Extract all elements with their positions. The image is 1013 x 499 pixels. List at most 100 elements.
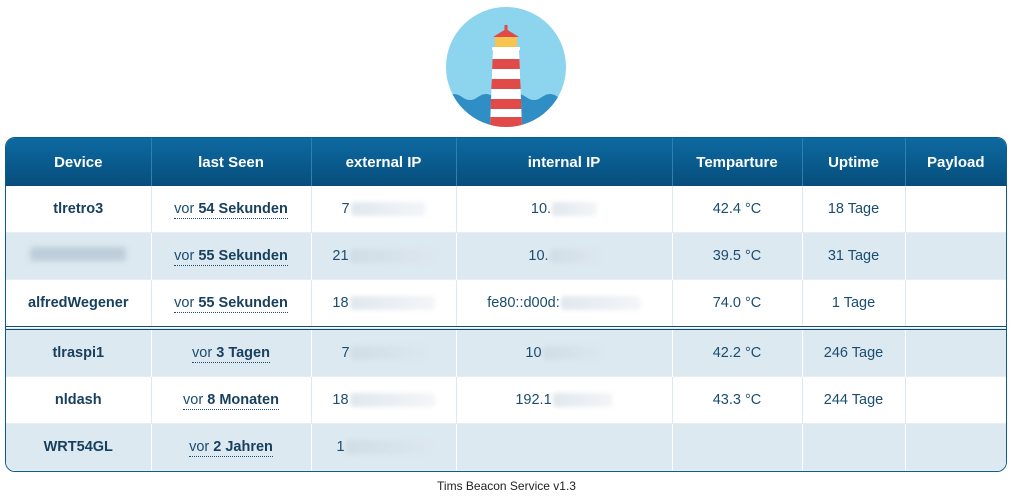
column-header-device[interactable]: Device bbox=[6, 138, 152, 186]
external-ip-text: 1 bbox=[336, 439, 345, 455]
external-ip-text: 7 bbox=[341, 345, 350, 361]
payload-cell bbox=[905, 232, 1006, 280]
temperature-cell: 43.3 °C bbox=[672, 376, 803, 424]
device-name: nldash bbox=[54, 392, 102, 408]
redacted-ip bbox=[542, 346, 603, 360]
payload-cell bbox=[905, 376, 1006, 424]
payload-cell bbox=[905, 186, 1006, 233]
column-header-external-ip[interactable]: external IP bbox=[311, 138, 457, 186]
external-ip: 21 bbox=[332, 248, 435, 264]
external-ip: 18 bbox=[332, 392, 435, 408]
temperature-cell: 42.2 °C bbox=[672, 326, 803, 377]
internal-ip: 10. bbox=[528, 248, 600, 264]
internal-ip-cell bbox=[456, 423, 673, 471]
last-seen-value: 54 Sekunden bbox=[198, 201, 288, 217]
internal-ip-cell: 10. bbox=[456, 232, 673, 280]
temperature-cell bbox=[672, 423, 803, 471]
last-seen-prefix: vor bbox=[174, 248, 195, 264]
table-row: vor 55 Sekunden 21 10. 39.5 °C 31 Tage bbox=[6, 232, 1006, 280]
device-name: tlretro3 bbox=[53, 201, 104, 217]
device-name: alfredWegener bbox=[28, 295, 129, 311]
temperature-cell: 42.4 °C bbox=[672, 186, 803, 233]
last-seen-value: 3 Tagen bbox=[216, 345, 270, 361]
external-ip-cell: 18 bbox=[311, 279, 457, 328]
uptime-cell: 18 Tage bbox=[802, 186, 906, 233]
last-seen-prefix: vor bbox=[189, 439, 210, 455]
uptime-cell: 246 Tage bbox=[802, 326, 906, 377]
redacted-ip bbox=[560, 296, 641, 310]
column-header-payload[interactable]: Payload bbox=[905, 138, 1006, 186]
last-seen-link[interactable]: vor 8 Monaten bbox=[183, 392, 279, 410]
external-ip: 18 bbox=[332, 295, 435, 311]
external-ip: 7 bbox=[341, 345, 426, 361]
last-seen-prefix: vor bbox=[174, 295, 195, 311]
device-name-cell: alfredWegener bbox=[6, 279, 152, 328]
redacted-ip bbox=[350, 202, 426, 216]
last-seen-value: 55 Sekunden bbox=[198, 248, 288, 264]
redacted-ip bbox=[345, 440, 431, 454]
temperature-cell: 74.0 °C bbox=[672, 279, 803, 328]
footer-version: Tims Beacon Service v1.3 bbox=[437, 479, 576, 493]
last-seen-cell: vor 55 Sekunden bbox=[151, 232, 312, 280]
last-seen-link[interactable]: vor 55 Sekunden bbox=[174, 295, 288, 313]
external-ip: 7 bbox=[341, 201, 426, 217]
payload-cell bbox=[905, 279, 1006, 328]
uptime-cell: 1 Tage bbox=[802, 279, 906, 328]
column-header-uptime[interactable]: Uptime bbox=[802, 138, 906, 186]
device-name-cell: tlraspi1 bbox=[6, 326, 152, 377]
payload-cell bbox=[905, 423, 1006, 471]
column-header-internal-ip[interactable]: internal IP bbox=[456, 138, 673, 186]
internal-ip: 10. bbox=[531, 201, 598, 217]
last-seen-cell: vor 55 Sekunden bbox=[151, 279, 312, 328]
uptime-cell: 244 Tage bbox=[802, 376, 906, 424]
devices-table: Device last Seen external IP internal IP… bbox=[5, 137, 1007, 472]
external-ip-cell: 18 bbox=[311, 376, 457, 424]
device-name-cell bbox=[6, 232, 152, 280]
internal-ip: 10 bbox=[525, 345, 603, 361]
last-seen-link[interactable]: vor 55 Sekunden bbox=[174, 248, 288, 266]
redacted-ip bbox=[549, 249, 600, 263]
last-seen-link[interactable]: vor 3 Tagen bbox=[192, 345, 270, 363]
internal-ip-cell: 192.1 bbox=[456, 376, 673, 424]
device-name: tlraspi1 bbox=[52, 345, 105, 361]
external-ip-cell: 7 bbox=[311, 186, 457, 233]
redacted-ip bbox=[349, 393, 435, 407]
internal-ip-text: 10. bbox=[528, 248, 549, 264]
device-name-cell: tlretro3 bbox=[6, 186, 152, 233]
internal-ip: 192.1 bbox=[515, 392, 613, 408]
external-ip-cell: 21 bbox=[311, 232, 457, 280]
internal-ip-text: 192.1 bbox=[515, 392, 552, 408]
external-ip: 1 bbox=[336, 439, 431, 455]
last-seen-value: 55 Sekunden bbox=[198, 295, 288, 311]
last-seen-cell: vor 8 Monaten bbox=[151, 376, 312, 424]
table-row: WRT54GL vor 2 Jahren 1 bbox=[6, 423, 1006, 471]
external-ip-text: 7 bbox=[341, 201, 350, 217]
last-seen-value: 8 Monaten bbox=[207, 392, 279, 408]
last-seen-link[interactable]: vor 2 Jahren bbox=[189, 439, 273, 457]
last-seen-cell: vor 54 Sekunden bbox=[151, 186, 312, 233]
device-name-cell: WRT54GL bbox=[6, 423, 152, 471]
redacted-ip bbox=[552, 202, 598, 216]
redacted-ip bbox=[349, 296, 435, 310]
external-ip-cell: 1 bbox=[311, 423, 457, 471]
payload-cell bbox=[905, 326, 1006, 377]
internal-ip: fe80::d00d: bbox=[487, 295, 641, 311]
temperature-cell: 39.5 °C bbox=[672, 232, 803, 280]
last-seen-prefix: vor bbox=[174, 201, 195, 217]
last-seen-prefix: vor bbox=[192, 345, 213, 361]
table-row: tlretro3 vor 54 Sekunden 7 10. 42.4 °C 18 Tag… bbox=[6, 186, 1006, 233]
external-ip-cell: 7 bbox=[311, 326, 457, 377]
last-seen-cell: vor 3 Tagen bbox=[151, 326, 312, 377]
external-ip-text: 18 bbox=[332, 295, 349, 311]
redacted-ip bbox=[350, 346, 426, 360]
column-header-temperature[interactable]: Temparture bbox=[672, 138, 803, 186]
redacted-ip bbox=[552, 393, 613, 407]
last-seen-cell: vor 2 Jahren bbox=[151, 423, 312, 471]
table-row: tlraspi1 vor 3 Tagen 7 10 42.2 °C 246 Tage bbox=[6, 326, 1006, 377]
last-seen-prefix: vor bbox=[183, 392, 204, 408]
internal-ip-cell: 10. bbox=[456, 186, 673, 233]
column-header-last-seen[interactable]: last Seen bbox=[151, 138, 312, 186]
internal-ip-cell: 10 bbox=[456, 326, 673, 377]
uptime-cell: 31 Tage bbox=[802, 232, 906, 280]
last-seen-link[interactable]: vor 54 Sekunden bbox=[174, 201, 288, 219]
